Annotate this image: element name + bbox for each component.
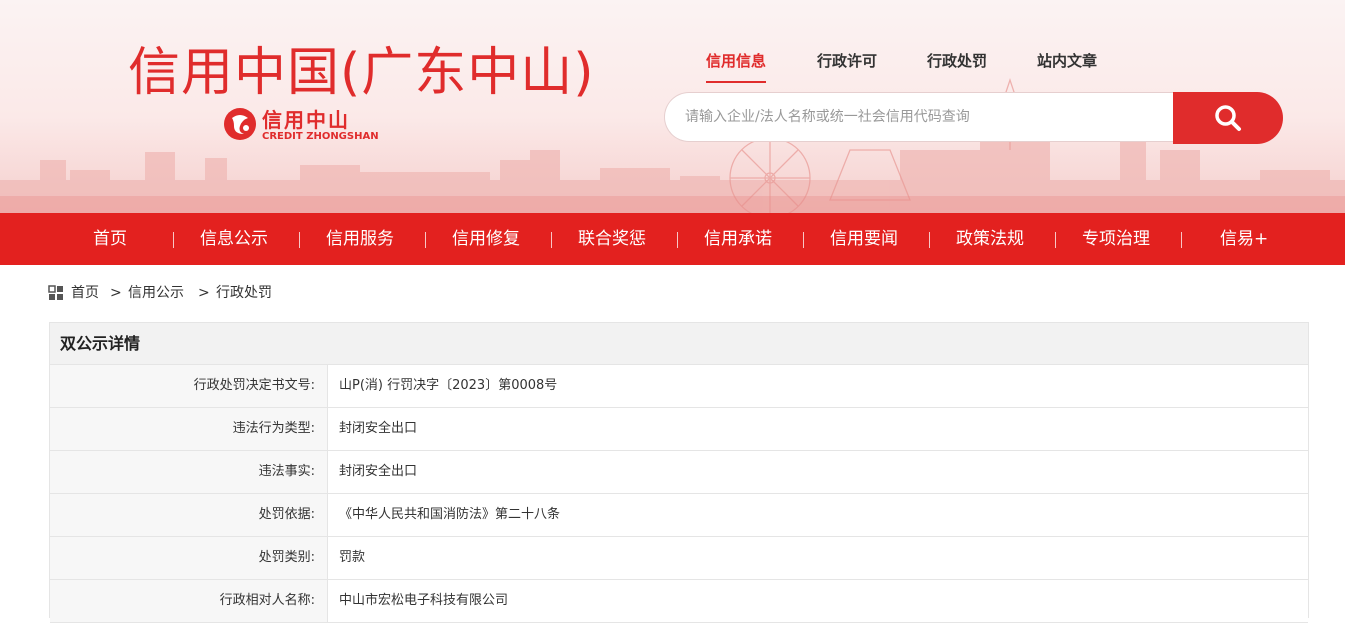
nav-xinyi-plus[interactable]: 信易+ <box>1220 213 1268 265</box>
detail-row-value: 中山市宏松电子科技有限公司 <box>339 593 509 608</box>
nav-policies-regulations[interactable]: 政策法规 <box>956 213 1024 265</box>
site-title: 信用中国(广东中山) <box>128 43 595 103</box>
nav-divider <box>1055 232 1056 248</box>
search-input[interactable] <box>664 92 1174 142</box>
breadcrumb-separator: > <box>110 285 122 301</box>
top-nav-admin-license[interactable]: 行政许可 <box>817 50 877 71</box>
breadcrumb-admin-penalty: 行政处罚 <box>216 285 272 301</box>
search-button[interactable] <box>1173 92 1283 144</box>
nav-divider <box>1181 232 1182 248</box>
detail-panel: 双公示详情 行政处罚决定书文号: 山P(消) 行罚决字〔2023〕第0008号 … <box>49 322 1309 623</box>
detail-row-value: 封闭安全出口 <box>339 464 418 479</box>
nav-joint-reward-penalty[interactable]: 联合奖惩 <box>578 213 646 265</box>
credit-zhongshan-logo-icon <box>224 108 256 140</box>
top-nav-credit-info[interactable]: 信用信息 <box>706 50 767 83</box>
nav-divider <box>173 232 174 248</box>
detail-row-decision-number: 行政处罚决定书文号: 山P(消) 行罚决字〔2023〕第0008号 <box>50 365 1308 408</box>
search-bar <box>664 92 1283 144</box>
detail-row-label: 违法事实: <box>50 451 328 493</box>
header-banner: 信用中国(广东中山) 信用中山 CREDIT ZHONGSHAN 信用信息 行政… <box>0 0 1345 213</box>
nav-credit-repair[interactable]: 信用修复 <box>452 213 520 265</box>
nav-divider <box>425 232 426 248</box>
top-nav-admin-penalty[interactable]: 行政处罚 <box>927 50 987 71</box>
nav-divider <box>803 232 804 248</box>
nav-divider <box>677 232 678 248</box>
logo[interactable]: 信用中山 CREDIT ZHONGSHAN <box>222 104 382 148</box>
nav-credit-service[interactable]: 信用服务 <box>326 213 394 265</box>
detail-panel-title: 双公示详情 <box>50 323 1308 365</box>
detail-row-label: 行政相对人名称: <box>50 580 328 622</box>
breadcrumb-home[interactable]: 首页 <box>71 283 99 303</box>
search-icon <box>1215 105 1241 131</box>
detail-row-value: 封闭安全出口 <box>339 421 418 436</box>
nav-credit-commitment[interactable]: 信用承诺 <box>704 213 772 265</box>
detail-row-label: 处罚类别: <box>50 537 328 579</box>
nav-divider <box>551 232 552 248</box>
nav-divider <box>929 232 930 248</box>
detail-row-label: 违法行为类型: <box>50 408 328 450</box>
breadcrumb-separator: > <box>198 285 210 301</box>
nav-divider <box>299 232 300 248</box>
top-nav-site-articles[interactable]: 站内文章 <box>1037 50 1097 71</box>
breadcrumb-credit-disclosure[interactable]: 信用公示 <box>128 283 184 303</box>
detail-row-penalty-category: 处罚类别: 罚款 <box>50 537 1308 580</box>
main-nav: 首页 信息公示 信用服务 信用修复 联合奖惩 信用承诺 信用要闻 政策法规 专项… <box>0 213 1345 265</box>
detail-row-label: 处罚依据: <box>50 494 328 536</box>
logo-chinese-text: 信用中山 <box>262 108 350 132</box>
detail-row-violation-facts: 违法事实: 封闭安全出口 <box>50 451 1308 494</box>
detail-row-counterparty-name: 行政相对人名称: 中山市宏松电子科技有限公司 <box>50 580 1308 623</box>
detail-row-violation-type: 违法行为类型: 封闭安全出口 <box>50 408 1308 451</box>
nav-home[interactable]: 首页 <box>93 213 127 265</box>
nav-special-governance[interactable]: 专项治理 <box>1082 213 1150 265</box>
detail-row-label: 行政处罚决定书文号: <box>50 365 328 407</box>
nav-credit-news[interactable]: 信用要闻 <box>830 213 898 265</box>
detail-row-value: 山P(消) 行罚决字〔2023〕第0008号 <box>339 378 558 393</box>
nav-info-disclosure[interactable]: 信息公示 <box>200 213 268 265</box>
detail-row-value: 罚款 <box>339 550 366 565</box>
detail-row-value: 《中华人民共和国消防法》第二十八条 <box>339 507 561 522</box>
grid-icon <box>48 285 63 300</box>
detail-row-penalty-basis: 处罚依据: 《中华人民共和国消防法》第二十八条 <box>50 494 1308 537</box>
logo-english-text: CREDIT ZHONGSHAN <box>262 131 379 142</box>
